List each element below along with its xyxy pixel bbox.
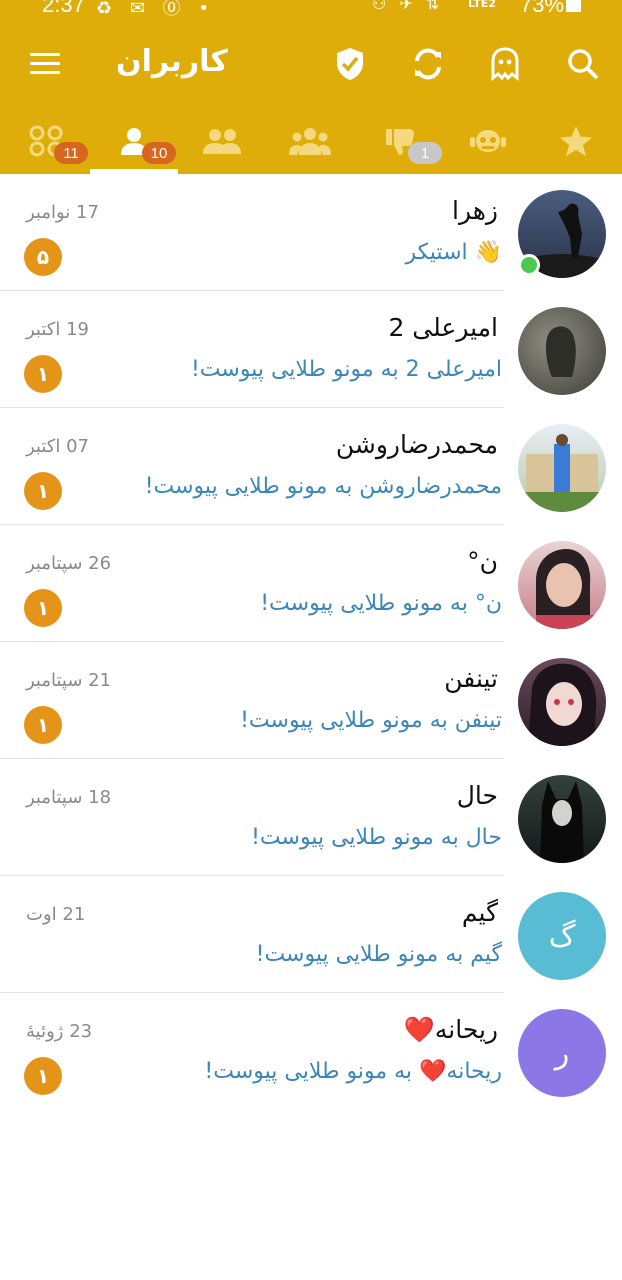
shield-check-icon[interactable] bbox=[326, 40, 374, 88]
chat-row[interactable]: ر ریحانه❤️ ریحانه❤️ به مونو طلایی پیوست!… bbox=[0, 993, 622, 1110]
chat-name: محمدرضاروشن bbox=[335, 430, 498, 459]
chat-name: ریحانه❤️ bbox=[403, 1015, 498, 1044]
chat-message: محمدرضاروشن به مونو طلایی پیوست! bbox=[144, 474, 502, 499]
unread-badge: ۱ bbox=[24, 1057, 62, 1095]
chat-list: زهرا 👋 استیکر 17 نوامبر ۵ امیرعلی 2 امیر… bbox=[0, 174, 622, 1110]
battery-level: 73% bbox=[520, 0, 565, 17]
system-icons: ⚇ ✈ ⇅ bbox=[372, 0, 444, 13]
battery-icon bbox=[566, 0, 581, 12]
chat-name: زهرا bbox=[452, 196, 498, 225]
chat-row[interactable]: ن° ن° به مونو طلایی پیوست! 26 سپتامبر ۱ bbox=[0, 525, 622, 642]
ghost-icon[interactable] bbox=[481, 40, 529, 88]
search-icon[interactable] bbox=[559, 40, 607, 88]
tab-blocked[interactable]: 1 bbox=[356, 108, 444, 174]
chat-message: 👋 استیکر bbox=[405, 240, 503, 265]
tab-badge: 1 bbox=[408, 142, 442, 164]
menu-icon[interactable] bbox=[21, 40, 69, 88]
avatar bbox=[518, 775, 606, 863]
chat-name: ن° bbox=[467, 547, 498, 576]
tab-groups[interactable] bbox=[266, 108, 354, 174]
chat-message: حال به مونو طلایی پیوست! bbox=[251, 825, 502, 850]
chat-message: تینفن به مونو طلایی پیوست! bbox=[240, 708, 502, 733]
chat-name: تینفن bbox=[444, 664, 498, 693]
unread-badge: ۱ bbox=[24, 472, 62, 510]
unread-badge: ۵ bbox=[24, 238, 62, 276]
tab-bots[interactable] bbox=[444, 108, 532, 174]
sync-icon[interactable] bbox=[404, 40, 452, 88]
tab-contacts[interactable] bbox=[178, 108, 266, 174]
chat-message: ن° به مونو طلایی پیوست! bbox=[260, 591, 502, 616]
avatar: ر bbox=[518, 1009, 606, 1097]
status-bar: 2:37 ♻ ✉ ⓪ • ⚇ ✈ ⇅ LTE2 73% bbox=[0, 0, 622, 20]
chat-row[interactable]: امیرعلی 2 امیرعلی 2 به مونو طلایی پیوست!… bbox=[0, 291, 622, 408]
page-title: کاربران bbox=[116, 44, 228, 79]
users-icon bbox=[203, 129, 241, 154]
chat-message: گیم به مونو طلایی پیوست! bbox=[255, 942, 502, 967]
chat-row[interactable]: حال حال به مونو طلایی پیوست! 18 سپتامبر bbox=[0, 759, 622, 876]
star-icon bbox=[560, 126, 592, 156]
status-time: 2:37 bbox=[42, 0, 85, 17]
app-toolbar: کاربران bbox=[0, 20, 622, 108]
avatar bbox=[518, 307, 606, 395]
robot-icon bbox=[470, 130, 506, 152]
chat-date: 23 ژوئیهٔ bbox=[26, 1021, 93, 1042]
online-indicator bbox=[518, 254, 540, 276]
group-icon bbox=[289, 128, 331, 155]
chat-row[interactable]: زهرا 👋 استیکر 17 نوامبر ۵ bbox=[0, 174, 622, 291]
unread-badge: ۱ bbox=[24, 589, 62, 627]
unread-badge: ۱ bbox=[24, 355, 62, 393]
chat-date: 21 اوت bbox=[26, 904, 86, 925]
avatar: گ bbox=[518, 892, 606, 980]
avatar bbox=[518, 658, 606, 746]
tab-badge: 11 bbox=[54, 142, 88, 164]
avatar bbox=[518, 541, 606, 629]
chat-message: ریحانه❤️ به مونو طلایی پیوست! bbox=[204, 1059, 502, 1084]
notification-icons: ♻ ✉ ⓪ • bbox=[96, 0, 216, 19]
chat-name: امیرعلی 2 bbox=[388, 313, 498, 342]
chat-row[interactable]: محمدرضاروشن محمدرضاروشن به مونو طلایی پی… bbox=[0, 408, 622, 525]
chat-row[interactable]: گ گیم گیم به مونو طلایی پیوست! 21 اوت bbox=[0, 876, 622, 993]
chat-date: 07 اکتبر bbox=[26, 436, 89, 457]
filter-tabs: 11 10 1 bbox=[0, 108, 622, 174]
network-indicator: LTE2 bbox=[468, 0, 496, 10]
chat-date: 19 اکتبر bbox=[26, 319, 89, 340]
chat-date: 26 سپتامبر bbox=[26, 553, 112, 574]
chat-date: 18 سپتامبر bbox=[26, 787, 112, 808]
chat-date: 21 سپتامبر bbox=[26, 670, 112, 691]
chat-name: حال bbox=[456, 781, 498, 810]
tab-all[interactable]: 11 bbox=[2, 108, 90, 174]
tab-badge: 10 bbox=[142, 142, 176, 164]
chat-date: 17 نوامبر bbox=[26, 202, 99, 223]
unread-badge: ۱ bbox=[24, 706, 62, 744]
chat-name: گیم bbox=[461, 898, 498, 927]
avatar bbox=[518, 424, 606, 512]
tab-users[interactable]: 10 bbox=[90, 108, 178, 174]
tab-favorites[interactable] bbox=[532, 108, 620, 174]
chat-message: امیرعلی 2 به مونو طلایی پیوست! bbox=[190, 357, 502, 382]
chat-row[interactable]: تینفن تینفن به مونو طلایی پیوست! 21 سپتا… bbox=[0, 642, 622, 759]
